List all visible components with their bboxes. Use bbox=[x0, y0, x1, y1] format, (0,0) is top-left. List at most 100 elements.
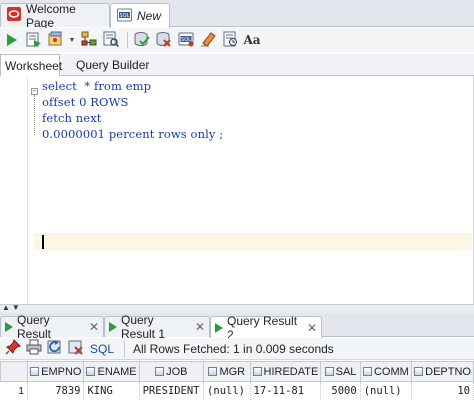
tab-query-result-2[interactable]: Query Result 2 ✕ bbox=[210, 314, 322, 342]
cell-mgr[interactable]: (null) bbox=[203, 381, 251, 400]
tab-welcome-page[interactable]: Welcome Page bbox=[0, 1, 110, 30]
format-case-button[interactable]: Aa bbox=[242, 30, 262, 50]
run-icon bbox=[109, 322, 117, 332]
run-icon bbox=[5, 322, 13, 332]
tab-query-result-1[interactable]: Query Result 1 ✕ bbox=[104, 313, 210, 341]
tab-label: Welcome Page bbox=[26, 1, 76, 30]
tab-label: Query Result bbox=[17, 313, 52, 341]
cell-empno[interactable]: 7839 bbox=[27, 381, 85, 400]
current-line-highlight bbox=[34, 233, 472, 250]
row-number: 1 bbox=[0, 381, 29, 400]
column-header[interactable]: SAL bbox=[320, 361, 361, 382]
code-line: fetch next bbox=[42, 111, 102, 125]
sql-editor[interactable]: − select * from emp offset 0 ROWS fetch … bbox=[0, 76, 474, 304]
result-toolbar: SQL All Rows Fetched: 1 in 0.009 seconds bbox=[0, 338, 474, 360]
commit-icon bbox=[134, 31, 150, 50]
row-number-header bbox=[0, 361, 29, 382]
oracle-icon bbox=[7, 7, 21, 24]
run-statement-button[interactable] bbox=[2, 30, 22, 50]
column-header[interactable]: EMPNO bbox=[27, 361, 85, 382]
toolbar-divider bbox=[124, 340, 126, 357]
cancel-query-button[interactable] bbox=[67, 340, 85, 358]
rollback-icon bbox=[156, 31, 172, 50]
autotrace-button[interactable] bbox=[46, 30, 66, 50]
header-row: EMPNO ENAME JOB MGR HIREDATE SAL COMM DE… bbox=[0, 361, 474, 382]
column-icon bbox=[155, 367, 165, 376]
close-icon[interactable]: ✕ bbox=[307, 321, 317, 335]
column-header[interactable]: MGR bbox=[203, 361, 251, 382]
history-icon bbox=[222, 31, 238, 50]
run-script-icon bbox=[26, 31, 42, 50]
chevron-down-icon[interactable]: ▼ bbox=[68, 30, 76, 50]
run-icon bbox=[215, 322, 223, 333]
text-caret bbox=[42, 235, 44, 249]
eraser-icon bbox=[200, 31, 216, 50]
svg-text:SQL: SQL bbox=[120, 13, 130, 19]
cell-comm[interactable]: (null) bbox=[360, 381, 413, 400]
document-tab-bar: Welcome Page SQL New bbox=[0, 0, 474, 30]
refresh-icon bbox=[47, 339, 63, 358]
format-case-icon: Aa bbox=[243, 33, 261, 47]
history-button[interactable] bbox=[220, 30, 240, 50]
pane-splitter[interactable]: ▲▼ bbox=[0, 303, 474, 313]
line-gutter bbox=[0, 76, 28, 304]
column-header[interactable]: ENAME bbox=[83, 361, 140, 382]
view-sql-link[interactable]: SQL bbox=[90, 342, 114, 356]
column-icon bbox=[414, 367, 424, 376]
result-tab-bar: Query Result ✕ Query Result 1 ✕ Query Re… bbox=[0, 313, 474, 342]
column-icon bbox=[86, 367, 96, 376]
code-line: select * from emp bbox=[42, 79, 152, 93]
splitter-arrows-icon[interactable]: ▲▼ bbox=[2, 303, 22, 312]
tab-query-result[interactable]: Query Result ✕ bbox=[0, 313, 104, 341]
explain-plan-button[interactable] bbox=[79, 30, 99, 50]
result-table: EMPNO ENAME JOB MGR HIREDATE SAL COMM DE… bbox=[0, 361, 474, 400]
column-icon bbox=[30, 367, 40, 376]
cell-ename[interactable]: KING bbox=[83, 381, 140, 400]
worksheet-tab-bar: Worksheet Query Builder bbox=[0, 54, 474, 77]
run-statement-icon bbox=[7, 34, 17, 46]
cell-deptno[interactable]: 10 bbox=[411, 381, 474, 400]
cancel-icon bbox=[68, 339, 84, 358]
table-row[interactable]: 1 7839 KING PRESIDENT (null) 17-11-81 50… bbox=[0, 381, 474, 400]
column-header[interactable]: JOB bbox=[138, 361, 205, 382]
column-icon bbox=[362, 367, 372, 376]
tab-query-builder[interactable]: Query Builder bbox=[72, 54, 153, 76]
code-line: 0.0000001 percent rows only ; bbox=[42, 127, 224, 141]
fetch-status: All Rows Fetched: 1 in 0.009 seconds bbox=[133, 341, 334, 356]
cell-hiredate[interactable]: 17-11-81 bbox=[250, 381, 322, 400]
refresh-button[interactable] bbox=[46, 340, 64, 358]
result-grid[interactable]: EMPNO ENAME JOB MGR HIREDATE SAL COMM DE… bbox=[0, 361, 474, 412]
pin-button[interactable] bbox=[4, 339, 22, 358]
toolbar-divider bbox=[127, 32, 128, 48]
pin-icon bbox=[5, 339, 21, 358]
autotrace-icon bbox=[48, 31, 64, 50]
column-icon bbox=[252, 367, 262, 376]
close-icon[interactable]: ✕ bbox=[195, 320, 205, 334]
explain-plan-icon bbox=[81, 31, 97, 50]
print-icon bbox=[26, 339, 42, 358]
column-header[interactable]: DEPTNO bbox=[411, 361, 474, 382]
sql-tuning-button[interactable] bbox=[101, 30, 121, 50]
column-header[interactable]: COMM bbox=[359, 361, 413, 382]
column-header[interactable]: HIREDATE bbox=[249, 361, 322, 382]
print-button[interactable] bbox=[25, 339, 43, 358]
sql-file-icon: SQL bbox=[117, 8, 132, 25]
unshared-sql-icon: SQL bbox=[178, 31, 194, 50]
column-icon bbox=[324, 367, 334, 376]
tab-label: Query Result 1 bbox=[121, 313, 166, 341]
commit-button[interactable] bbox=[132, 30, 152, 50]
fold-toggle[interactable]: − bbox=[31, 88, 38, 95]
cell-job[interactable]: PRESIDENT bbox=[139, 381, 205, 400]
tab-new-worksheet[interactable]: SQL New bbox=[110, 3, 170, 28]
column-icon bbox=[208, 367, 218, 376]
clear-button[interactable] bbox=[198, 30, 218, 50]
worksheet-toolbar: ▼ SQL Aa bbox=[0, 28, 474, 52]
tab-worksheet[interactable]: Worksheet bbox=[0, 54, 62, 77]
cell-sal[interactable]: 5000 bbox=[320, 381, 361, 400]
unshared-sql-button[interactable]: SQL bbox=[176, 30, 196, 50]
sql-tuning-icon bbox=[103, 31, 120, 50]
close-icon[interactable]: ✕ bbox=[89, 320, 99, 334]
rollback-button[interactable] bbox=[154, 30, 174, 50]
tab-label: New bbox=[137, 9, 162, 23]
run-script-button[interactable] bbox=[24, 30, 44, 50]
